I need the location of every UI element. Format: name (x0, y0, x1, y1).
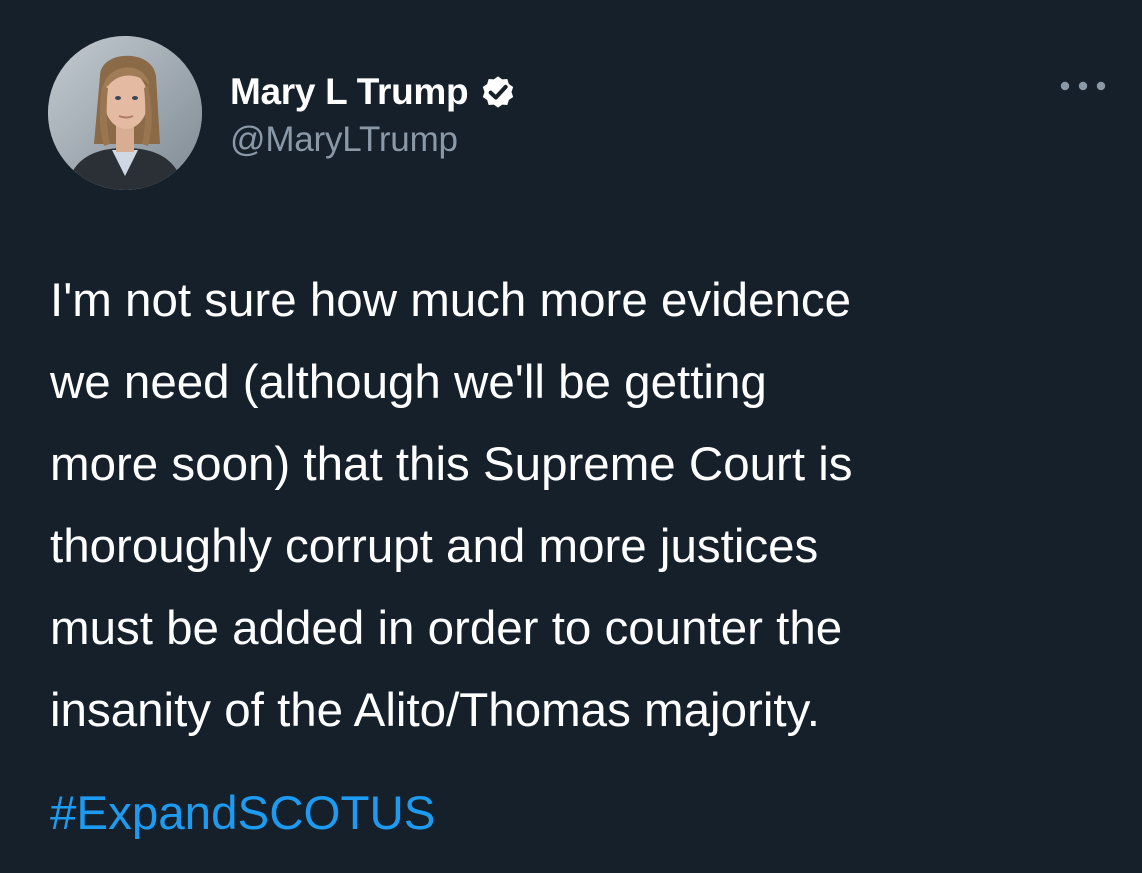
more-options-icon (1060, 81, 1106, 91)
profile-photo-icon (48, 36, 202, 190)
more-options-button[interactable] (1054, 74, 1112, 98)
tweet-text-line: must be added in order to counter the (50, 602, 843, 655)
tweet-text-line: I'm not sure how much more evidence (50, 274, 852, 327)
tweet-header: Mary L Trump @MaryLTrump (48, 36, 1112, 196)
display-name[interactable]: Mary L Trump (230, 71, 469, 113)
avatar[interactable] (48, 36, 202, 190)
hashtag-link[interactable]: #ExpandSCOTUS (50, 773, 1130, 855)
tweet-text: I'm not sure how much more evidence we n… (50, 260, 1130, 752)
tweet-body: I'm not sure how much more evidence we n… (50, 260, 1130, 855)
tweet-text-line: insanity of the Alito/Thomas majority. (50, 684, 820, 737)
tweet-text-line: more soon) that this Supreme Court is (50, 438, 853, 491)
user-handle[interactable]: @MaryLTrump (230, 120, 518, 160)
user-info: Mary L Trump @MaryLTrump (230, 70, 518, 160)
name-row: Mary L Trump (230, 70, 518, 114)
verified-badge-icon (478, 72, 518, 112)
tweet-text-line: we need (although we'll be getting (50, 356, 767, 409)
tweet-text-line: thoroughly corrupt and more justices (50, 520, 819, 573)
